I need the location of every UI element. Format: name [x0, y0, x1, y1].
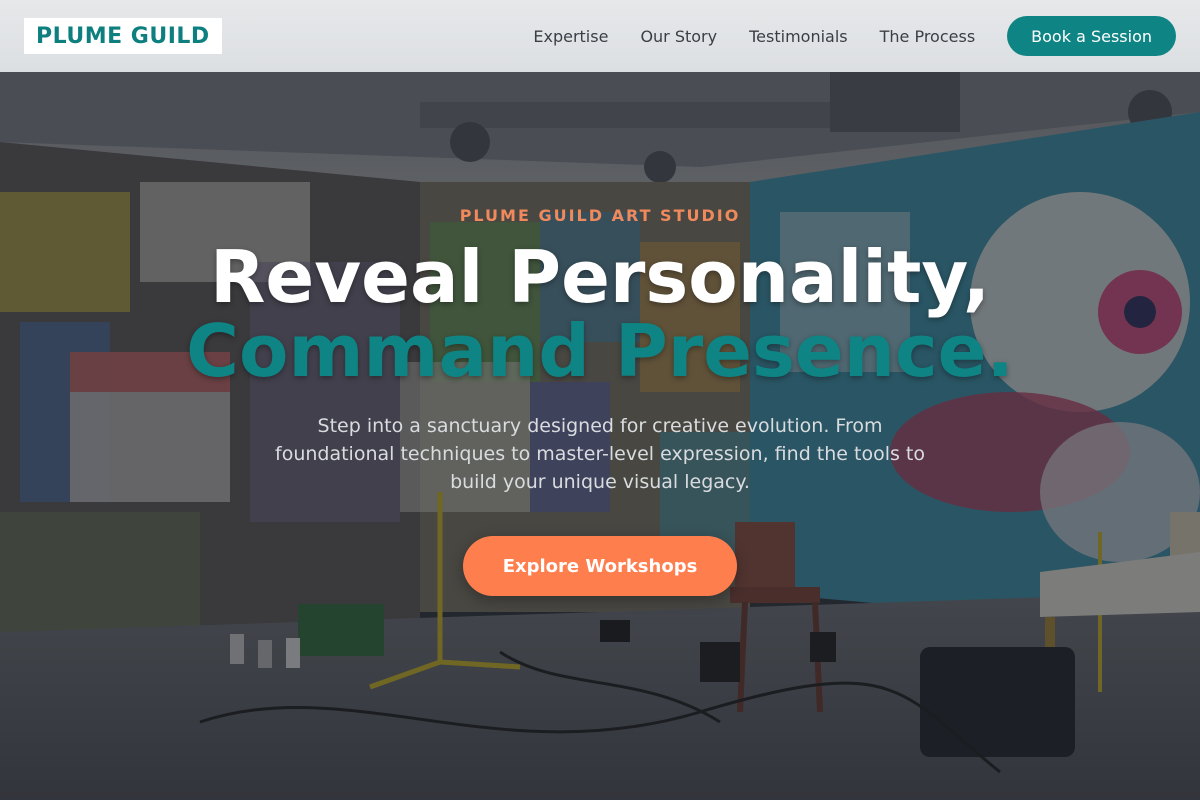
brand-logo[interactable]: PLUME GUILD — [24, 18, 222, 54]
hero-headline: Reveal Personality, Command Presence. — [0, 240, 1200, 388]
hero-headline-line1: Reveal Personality, — [209, 235, 991, 319]
hero-subtext: Step into a sanctuary designed for creat… — [275, 415, 925, 493]
hero-headline-line2: Command Presence. — [186, 309, 1014, 393]
main-nav: Expertise Our Story Testimonials The Pro… — [533, 16, 1176, 56]
nav-link-the-process[interactable]: The Process — [880, 27, 976, 46]
nav-link-expertise[interactable]: Expertise — [533, 27, 608, 46]
nav-link-testimonials[interactable]: Testimonials — [749, 27, 848, 46]
hero-section: PLUME GUILD ART STUDIO Reveal Personalit… — [0, 72, 1200, 800]
nav-link-our-story[interactable]: Our Story — [640, 27, 717, 46]
brand-logo-text: PLUME GUILD — [36, 23, 210, 49]
book-session-button[interactable]: Book a Session — [1007, 16, 1176, 56]
site-header: PLUME GUILD Expertise Our Story Testimon… — [0, 0, 1200, 72]
hero-content: PLUME GUILD ART STUDIO Reveal Personalit… — [0, 72, 1200, 800]
hero-eyebrow: PLUME GUILD ART STUDIO — [459, 206, 741, 225]
explore-workshops-button[interactable]: Explore Workshops — [463, 536, 737, 596]
